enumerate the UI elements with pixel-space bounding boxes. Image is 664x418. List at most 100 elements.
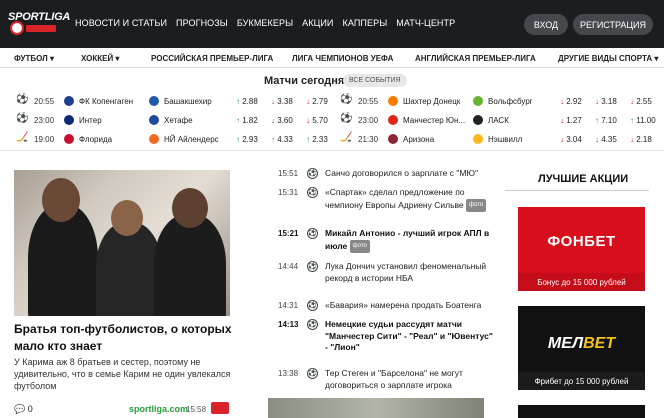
news-title: «Спартак» сделал предложение по чемпиону… [325, 187, 465, 210]
matches-title: Матчи сегодня [264, 75, 345, 87]
nav-match-center[interactable]: МАТЧ-ЦЕНТР [396, 18, 455, 28]
odd-value: 11.00 [636, 116, 656, 125]
main-nav: НОВОСТИ И СТАТЬИ ПРОГНОЗЫ БУКМЕКЕРЫ АКЦИ… [75, 18, 464, 28]
logo-band [26, 25, 56, 32]
odd-value: 2.93 [242, 135, 258, 144]
odd-draw[interactable]: ↑ 4.33 [271, 135, 301, 144]
subnav-epl[interactable]: АНГЛИЙСКАЯ ПРЕМЬЕР-ЛИГА [415, 54, 536, 63]
odd-away[interactable]: ↓ 5.70 [306, 116, 336, 125]
nav-promos[interactable]: АКЦИИ [302, 18, 333, 28]
hockey-icon: 🏒 [340, 132, 353, 143]
home-team-badge-icon [388, 134, 398, 144]
melbet-logo-b: BET [583, 335, 616, 352]
arrow-up-icon: ↑ [306, 135, 310, 144]
fonbet-banner[interactable]: ФОНБЕТ Бонус до 15 000 рублей [518, 207, 645, 291]
away-team-badge-icon [149, 134, 159, 144]
subnav-football[interactable]: ФУТБОЛ ▾ [14, 54, 54, 63]
match-row[interactable]: ⚽ 23:00 Интер Хетафе ↑ 1.82 ↓ 3.60 ↓ 5.70 [16, 112, 342, 128]
melbet-logo: МЕЛBET [518, 335, 645, 353]
away-team: ЛАСК [488, 116, 509, 125]
odd-value: 2.18 [636, 135, 652, 144]
match-row[interactable]: ⚽ 23:00 Манчестер Юн... ЛАСК ↓ 1.27 ↑ 7.10 ↑ 1… [340, 112, 664, 128]
odd-draw[interactable]: ↓ 3.60 [271, 116, 301, 125]
odd-home[interactable]: ↓ 3.04 [560, 135, 590, 144]
arrow-up-icon: ↑ [236, 116, 240, 125]
hockey-icon: 🏒 [16, 132, 29, 143]
football-icon: ⚽ [340, 94, 353, 105]
nav-predictions[interactable]: ПРОГНОЗЫ [176, 18, 228, 28]
melbet-banner[interactable]: МЕЛBET Фрибет до 15 000 рублей [518, 306, 645, 390]
home-team: Флорида [79, 135, 113, 144]
news-headline[interactable]: Микайл Антонио - лучший игрок АПЛ в июле… [325, 228, 495, 253]
photo-tag: фото [466, 198, 487, 212]
subnav-other-sports[interactable]: ДРУГИЕ ВИДЫ СПОРТА ▾ [558, 54, 658, 63]
match-time: 23:00 [358, 116, 379, 125]
match-time: 20:55 [34, 97, 55, 106]
news-time: 15:31 [278, 188, 299, 197]
register-button[interactable]: РЕГИСТРАЦИЯ [573, 14, 653, 35]
comments-count[interactable]: 💬 0 [14, 404, 33, 415]
home-team-badge-icon [64, 96, 74, 106]
football-icon: ⚽ [16, 113, 29, 124]
nav-tipsters[interactable]: КАППЕРЫ [343, 18, 388, 28]
match-row[interactable]: ⚽ 20:55 ФК Копенгаген Башакшехир ↑ 2.88 ↓ 3.3… [16, 93, 342, 109]
promo-banner[interactable] [518, 405, 645, 418]
odd-draw[interactable]: ↓ 4.35 [595, 135, 625, 144]
nav-bookmakers[interactable]: БУКМЕКЕРЫ [237, 18, 293, 28]
odd-home[interactable]: ↓ 2.92 [560, 97, 590, 106]
article-source[interactable]: sportliga.com [129, 404, 188, 414]
odd-home[interactable]: ↓ 1.27 [560, 116, 590, 125]
subnav-rpl[interactable]: РОССИЙСКАЯ ПРЕМЬЕР-ЛИГА [151, 54, 273, 63]
news-title: «Бавария» намерена продать Боатенга [325, 300, 482, 310]
odd-home[interactable]: ↑ 2.88 [236, 97, 266, 106]
football-icon: ⚽ [307, 187, 318, 198]
promos-title: ЛУЧШИЕ АКЦИИ [538, 173, 629, 185]
article-title[interactable]: Братья топ-футболистов, о которых мало к… [14, 321, 236, 355]
odd-draw[interactable]: ↓ 3.18 [595, 97, 625, 106]
nav-news[interactable]: НОВОСТИ И СТАТЬИ [75, 18, 167, 28]
person-shape [96, 222, 162, 316]
odd-away[interactable]: ↑ 11.00 [630, 116, 660, 125]
sportliga-logo[interactable]: SPORTLIGA [8, 6, 70, 42]
match-row[interactable]: 🏒 21:30 Аризона Нэшвилл ↓ 3.04 ↓ 4.35 ↓ 2.18 [340, 131, 664, 147]
odd-draw[interactable]: ↑ 7.10 [595, 116, 625, 125]
fonbet-offer: Бонус до 15 000 рублей [518, 273, 645, 291]
logo-ball-icon [10, 21, 24, 35]
odd-value: 3.18 [601, 97, 617, 106]
odd-away[interactable]: ↓ 2.18 [630, 135, 660, 144]
all-events-button[interactable]: ВСЕ СОБЫТИЯ [343, 74, 407, 87]
news-headline[interactable]: «Бавария» намерена продать Боатенга [325, 300, 495, 312]
away-team: Нэшвилл [488, 135, 523, 144]
odd-draw[interactable]: ↓ 3.38 [271, 97, 301, 106]
divider [0, 150, 664, 151]
news-headline[interactable]: Санчо договорился о зарплате с "МЮ" [325, 168, 495, 180]
football-icon: ⚽ [307, 168, 318, 179]
person-shape [154, 214, 226, 316]
news-thumbnail[interactable] [268, 398, 484, 418]
odd-value: 2.55 [636, 97, 652, 106]
news-title: Тер Стеген и "Барселона" не могут догово… [325, 368, 463, 390]
home-team: Шахтер Донецк [403, 97, 461, 106]
odd-value: 3.04 [566, 135, 582, 144]
match-row[interactable]: 🏒 19:00 Флорида НЙ Айлендерс ↑ 2.93 ↑ 4.33 ↑ 2… [16, 131, 342, 147]
comments-number: 0 [27, 404, 33, 414]
odd-away[interactable]: ↓ 2.79 [306, 97, 336, 106]
news-headline[interactable]: Немецкие судьи рассудят матчи "Манчестер… [325, 319, 495, 354]
news-headline[interactable]: «Спартак» сделал предложение по чемпиону… [325, 187, 495, 212]
match-row[interactable]: ⚽ 20:55 Шахтер Донецк Вольфсбург ↓ 2.92 ↓ 3.1… [340, 93, 664, 109]
odd-away[interactable]: ↑ 2.33 [306, 135, 336, 144]
odd-home[interactable]: ↑ 1.82 [236, 116, 266, 125]
odd-away[interactable]: ↓ 2.55 [630, 97, 660, 106]
arrow-down-icon: ↓ [630, 135, 634, 144]
odd-home[interactable]: ↑ 2.93 [236, 135, 266, 144]
login-button[interactable]: ВХОД [524, 14, 568, 35]
news-headline[interactable]: Лука Дончич установил феноменальный реко… [325, 261, 495, 284]
news-headline[interactable]: Тер Стеген и "Барселона" не могут догово… [325, 368, 495, 391]
match-time: 23:00 [34, 116, 55, 125]
football-icon: ⚽ [307, 300, 318, 311]
subnav-hockey[interactable]: ХОККЕЙ ▾ [81, 54, 119, 63]
home-team-badge-icon [64, 134, 74, 144]
subnav-ucl[interactable]: ЛИГА ЧЕМПИОНОВ УЕФА [292, 54, 393, 63]
article-image[interactable] [14, 170, 230, 316]
news-time: 14:31 [278, 301, 299, 310]
